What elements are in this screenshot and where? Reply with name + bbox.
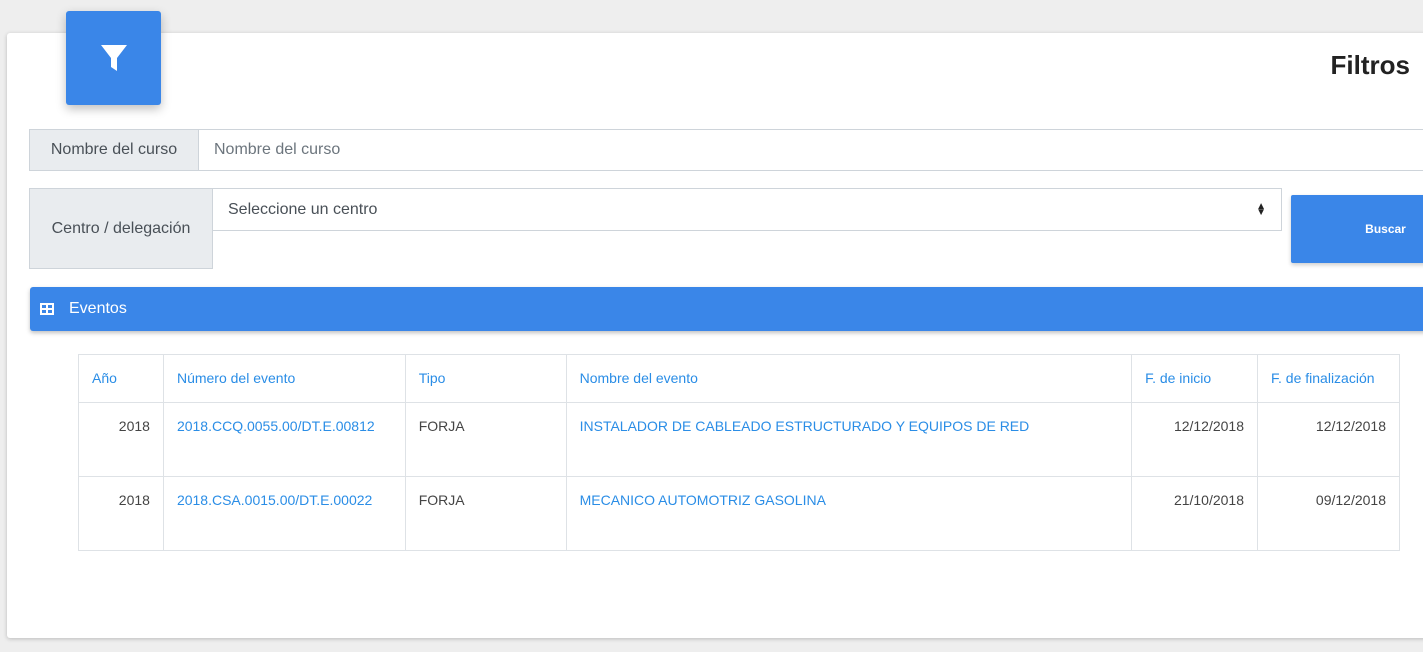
center-select-value: Seleccione un centro — [228, 200, 378, 218]
events-table: Año Número del evento Tipo Nombre del ev… — [78, 354, 1400, 551]
cell-end-date: 12/12/2018 — [1257, 402, 1400, 477]
cell-start-date: 21/10/2018 — [1131, 476, 1259, 551]
cell-year: 2018 — [78, 476, 164, 551]
course-name-label: Nombre del curso — [29, 129, 199, 171]
table-icon — [40, 303, 54, 315]
cell-event-name-link[interactable]: INSTALADOR DE CABLEADO ESTRUCTURADO Y EQ… — [565, 402, 1133, 477]
cell-year: 2018 — [78, 402, 164, 477]
cell-event-number-link[interactable]: 2018.CCQ.0055.00/DT.E.00812 — [162, 402, 406, 477]
cell-event-name-link[interactable]: MECANICO AUTOMOTRIZ GASOLINA — [565, 476, 1133, 551]
events-panel-header: Eventos — [30, 287, 1423, 331]
column-header-type[interactable]: Tipo — [404, 354, 567, 403]
table-row: 2018 2018.CCQ.0055.00/DT.E.00812 FORJA I… — [78, 402, 1400, 477]
cell-type: FORJA — [404, 402, 567, 477]
table-row: 2018 2018.CSA.0015.00/DT.E.00022 FORJA M… — [78, 476, 1400, 551]
filter-icon — [100, 45, 127, 71]
table-header-row: Año Número del evento Tipo Nombre del ev… — [78, 354, 1400, 403]
center-label: Centro / delegación — [29, 188, 213, 269]
select-arrows-icon: ▲ ▼ — [1256, 200, 1266, 218]
course-name-input[interactable] — [199, 129, 1423, 171]
center-select[interactable]: Seleccione un centro ▲ ▼ — [212, 188, 1282, 231]
cell-end-date: 09/12/2018 — [1257, 476, 1400, 551]
column-header-start[interactable]: F. de inicio — [1131, 354, 1259, 403]
column-header-year[interactable]: Año — [78, 354, 164, 403]
search-button[interactable]: Buscar — [1291, 195, 1423, 263]
card-title: Filtros — [1330, 50, 1410, 80]
cell-start-date: 12/12/2018 — [1131, 402, 1259, 477]
events-panel-title: Eventos — [69, 300, 127, 317]
course-name-group: Nombre del curso — [29, 129, 1423, 171]
filter-icon-badge — [66, 11, 161, 105]
column-header-number[interactable]: Número del evento — [162, 354, 406, 403]
cell-event-number-link[interactable]: 2018.CSA.0015.00/DT.E.00022 — [162, 476, 406, 551]
column-header-end[interactable]: F. de finalización — [1257, 354, 1400, 403]
column-header-name[interactable]: Nombre del evento — [565, 354, 1133, 403]
cell-type: FORJA — [404, 476, 567, 551]
